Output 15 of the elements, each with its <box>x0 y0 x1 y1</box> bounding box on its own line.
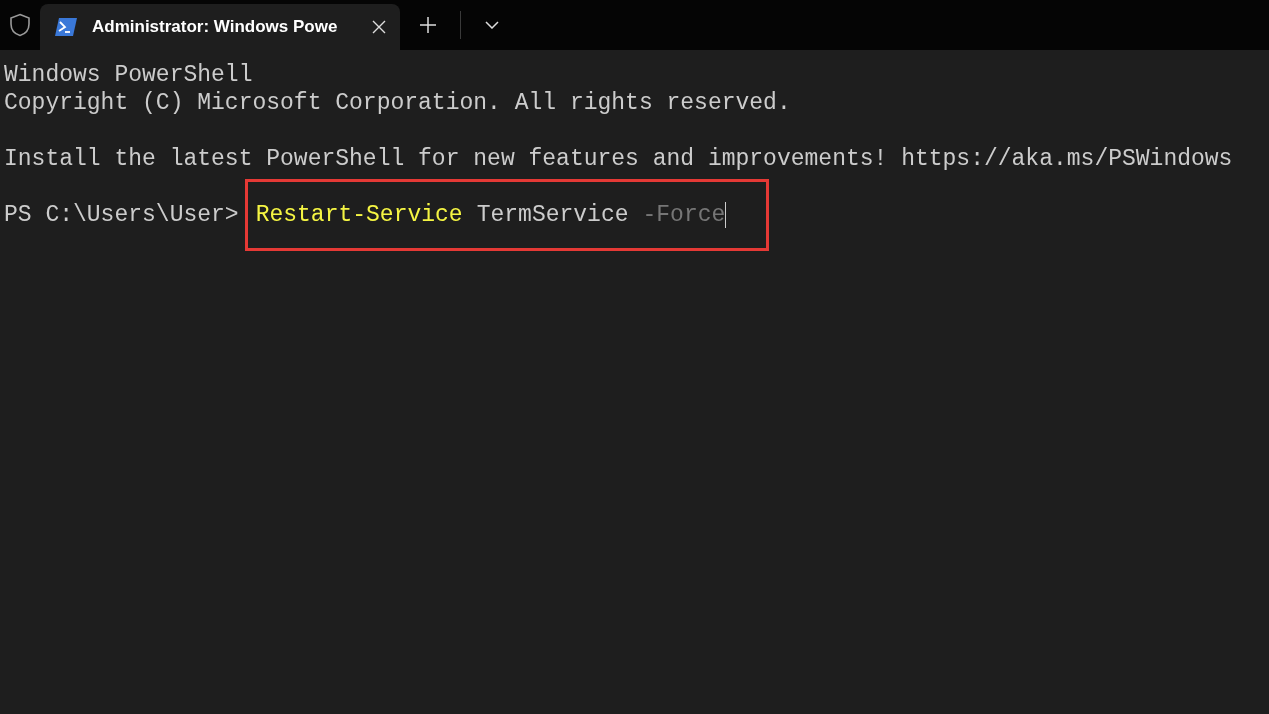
console-line: Copyright (C) Microsoft Corporation. All rights reserved. <box>4 89 791 117</box>
powershell-icon <box>54 17 78 37</box>
command-token: Restart-Service <box>255 201 463 229</box>
text-cursor <box>725 202 727 228</box>
prompt-text: PS C:\Users\User> <box>4 201 239 229</box>
console-line: Install the latest PowerShell for new features and improvements! https://aka.ms/PSWindows <box>4 145 1233 173</box>
plus-icon[interactable] <box>420 17 436 33</box>
console-line: Windows PowerShell <box>4 61 253 89</box>
tab-title: Administrator: Windows Powe <box>92 16 339 39</box>
close-icon[interactable] <box>372 20 386 34</box>
terminal-tab[interactable]: Administrator: Windows Powe <box>40 4 400 50</box>
command-token: TermService <box>476 201 629 229</box>
command-token: -Force <box>642 201 726 229</box>
shield-icon <box>9 13 31 37</box>
chevron-down-icon[interactable] <box>485 21 499 29</box>
